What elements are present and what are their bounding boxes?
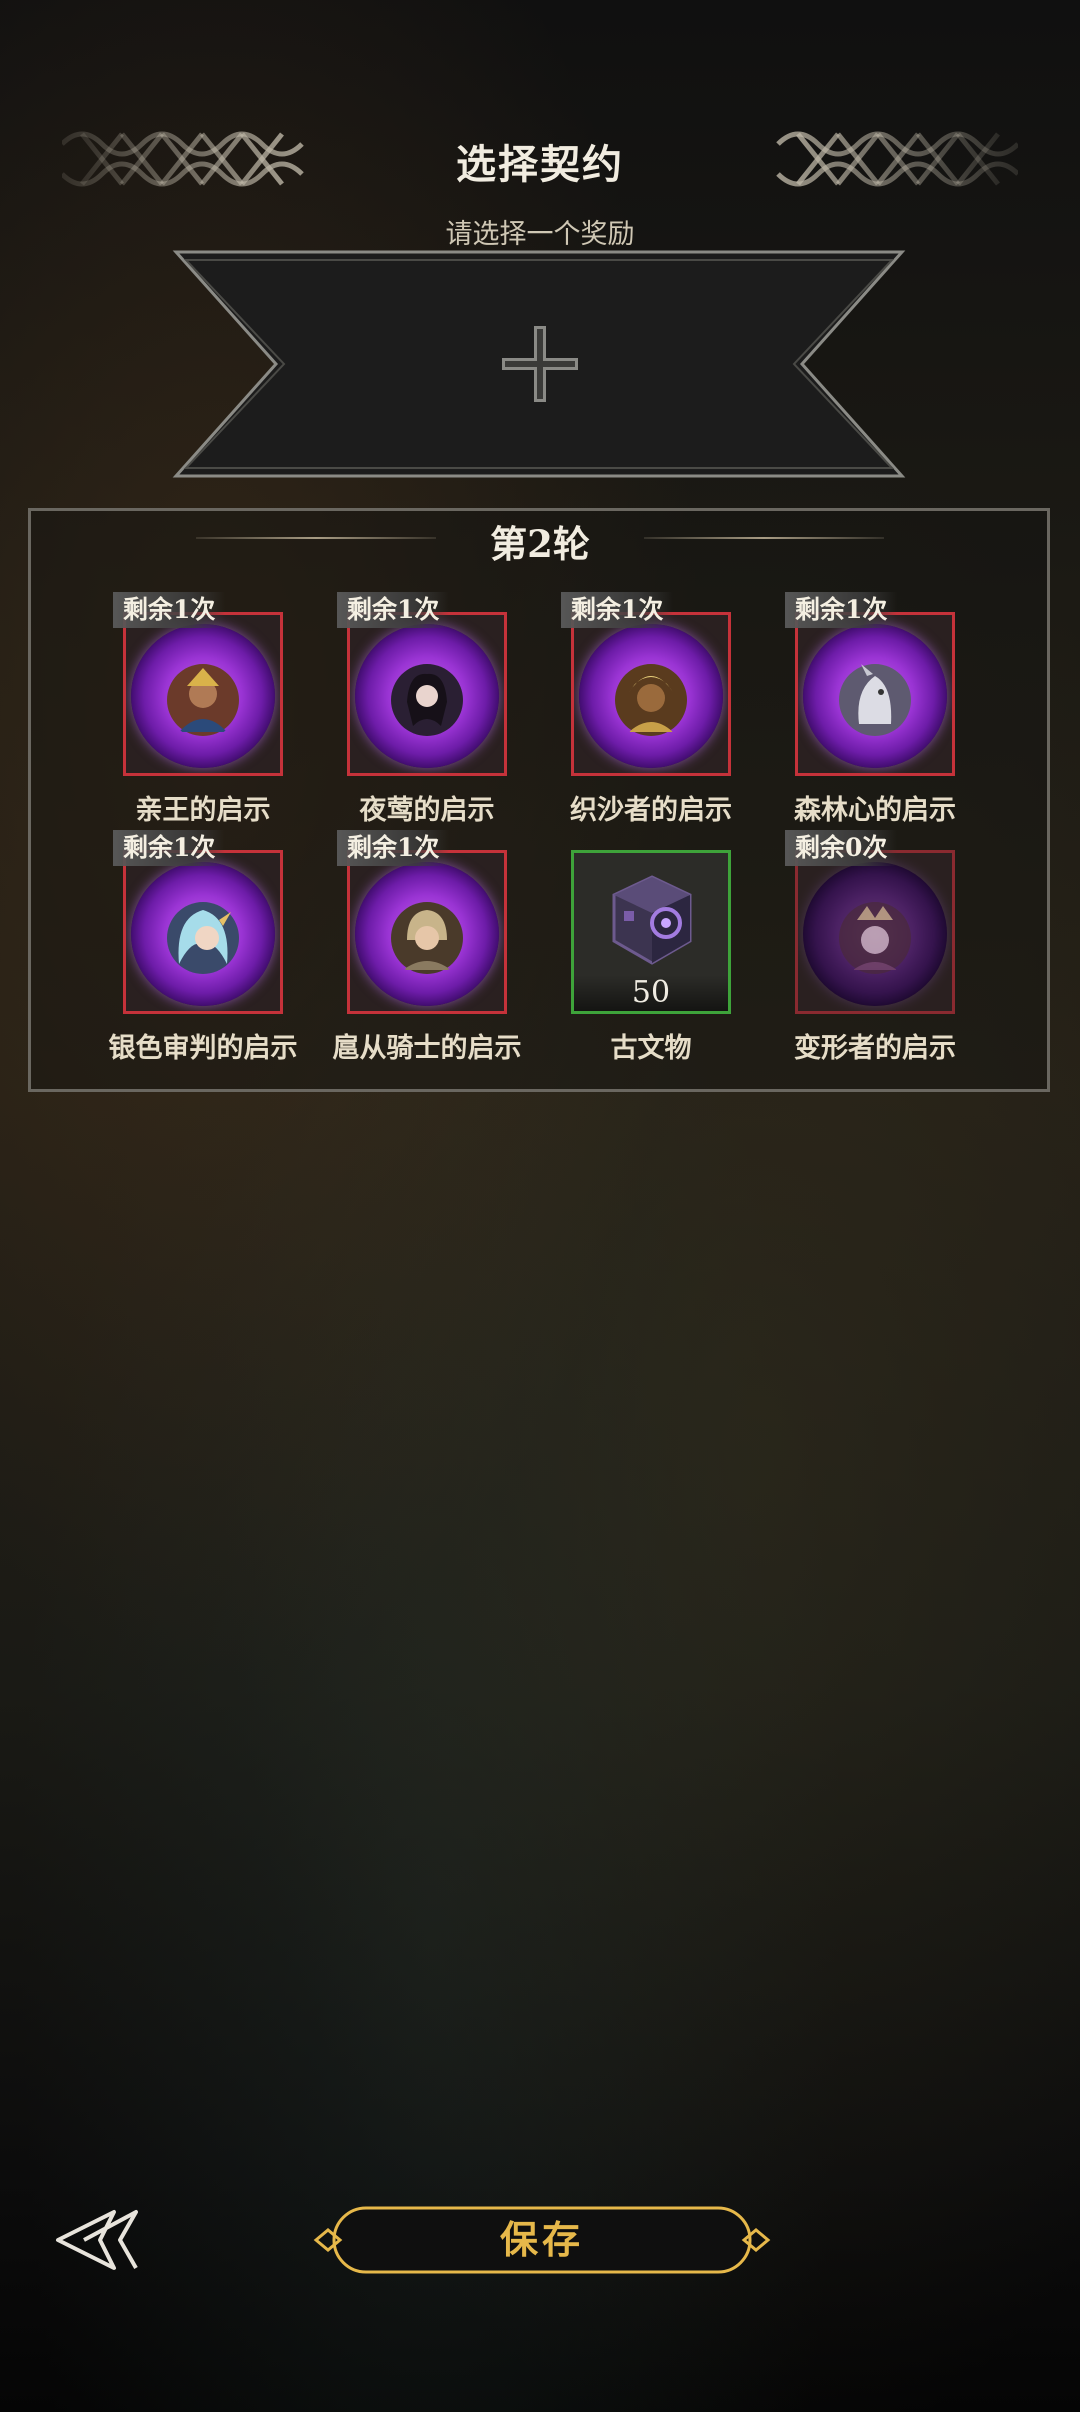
card-frame <box>123 612 283 776</box>
card-squire-knight-revelation[interactable]: 剩余1次 扈从骑士的启示 <box>333 830 522 1064</box>
relic-count: 50 <box>574 975 728 1011</box>
card-frame: 50 <box>571 850 731 1014</box>
remaining-badge: 剩余1次 <box>113 592 226 628</box>
round-title: 第2轮 <box>490 522 590 566</box>
card-sandweaver-revelation[interactable]: 剩余1次 织沙者的启示 <box>561 592 732 826</box>
nightingale-portrait-icon <box>391 664 463 736</box>
remaining-badge: 剩余1次 <box>337 592 450 628</box>
remaining-badge: 剩余1次 <box>561 592 674 628</box>
card-relic[interactable]: 50 古文物 <box>571 850 731 1064</box>
relic-cube-icon <box>612 875 692 965</box>
squire-knight-portrait-icon <box>391 902 463 974</box>
back-arrow-icon[interactable] <box>54 2208 138 2272</box>
save-button[interactable] <box>312 2202 772 2278</box>
sandweaver-portrait-icon <box>615 664 687 736</box>
card-frame <box>347 850 507 1014</box>
silver-judgment-portrait-icon <box>167 902 239 974</box>
remaining-badge: 剩余0次 <box>785 830 898 866</box>
reward-slot[interactable] <box>172 248 906 480</box>
remaining-badge: 剩余1次 <box>337 830 450 866</box>
card-shapeshifter-revelation[interactable]: 剩余0次 变形者的启示 <box>785 830 956 1064</box>
card-frame <box>795 850 955 1014</box>
card-silver-judgment-revelation[interactable]: 剩余1次 银色审判的启示 <box>109 830 298 1064</box>
card-nightingale-revelation[interactable]: 剩余1次 夜莺的启示 <box>337 592 507 826</box>
page-title: 选择契约 <box>456 141 624 188</box>
card-frame <box>347 612 507 776</box>
card-label: 变形者的启示 <box>794 1033 956 1064</box>
card-frame <box>571 612 731 776</box>
card-prince-revelation[interactable]: 剩余1次 亲王的启示 <box>113 592 283 826</box>
card-label: 森林心的启示 <box>794 795 956 826</box>
card-frame <box>795 612 955 776</box>
remaining-badge: 剩余1次 <box>113 830 226 866</box>
page-subtitle: 请选择一个奖励 <box>445 219 635 250</box>
shapeshifter-portrait-icon <box>839 902 911 974</box>
forestheart-portrait-icon <box>839 664 911 736</box>
card-forestheart-revelation[interactable]: 剩余1次 森林心的启示 <box>785 592 956 826</box>
remaining-badge: 剩余1次 <box>785 592 898 628</box>
prince-portrait-icon <box>167 664 239 736</box>
card-frame <box>123 850 283 1014</box>
